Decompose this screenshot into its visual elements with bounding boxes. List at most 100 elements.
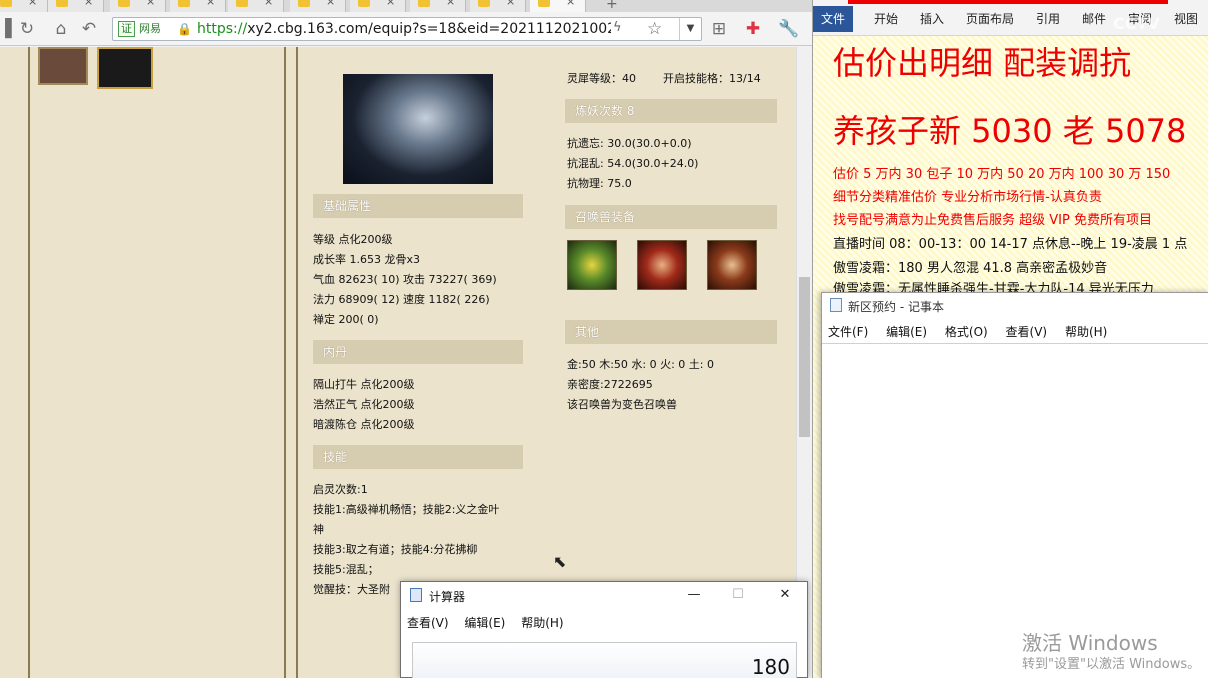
back-icon[interactable]: ↶ (78, 18, 100, 40)
column-divider (296, 47, 298, 678)
notepad-title: 新区预约 - 记事本 (848, 300, 944, 314)
skill-line: 觉醒技：大圣附 (313, 583, 390, 596)
tab-favicon-icon (178, 0, 190, 7)
browser-tab[interactable]: × (290, 0, 346, 12)
pet-image (343, 74, 493, 184)
skill-slots: 开启技能格：13/14 (663, 72, 761, 85)
menu-help[interactable]: 帮助(H) (1065, 325, 1107, 339)
skill-line: 启灵次数:1 (313, 483, 368, 496)
calculator-menu: 查看(V) 编辑(E) 帮助(H) (407, 614, 576, 631)
tab-close-icon[interactable]: × (446, 0, 455, 8)
browser-tab-active[interactable]: × (530, 0, 586, 12)
tab-favicon-icon (118, 0, 130, 7)
tab-favicon-icon (358, 0, 370, 7)
reload-icon[interactable]: ↻ (16, 18, 38, 40)
tab-close-icon[interactable]: × (84, 0, 93, 8)
browser-tab[interactable]: × (0, 0, 48, 12)
tab-favicon-icon (236, 0, 248, 7)
character-portrait[interactable] (38, 47, 88, 85)
stat-line: 禅定 200( 0) (313, 313, 379, 326)
tab-close-icon[interactable]: × (28, 0, 37, 8)
url-scheme: https:// (197, 21, 248, 37)
minimize-button[interactable]: — (679, 584, 709, 606)
notepad-window: 新区预约 - 记事本 文件(F) 编辑(E) 格式(O) 查看(V) 帮助(H)… (821, 292, 1208, 678)
tab-close-icon[interactable]: × (146, 0, 155, 8)
address-dropdown-icon[interactable]: ▼ (679, 18, 701, 40)
calculator-window: 计算器 — ☐ ✕ 查看(V) 编辑(E) 帮助(H) 180 (400, 581, 808, 678)
browser-tab[interactable]: × (410, 0, 466, 12)
tab-close-icon[interactable]: × (206, 0, 215, 8)
tools-icon[interactable]: 🔧 (778, 18, 800, 40)
menu-view[interactable]: 查看(V) (1006, 325, 1048, 339)
gear-slot-1[interactable] (567, 240, 617, 290)
maximize-button[interactable]: ☐ (723, 584, 753, 606)
activate-windows-title: 激活 Windows (1022, 631, 1158, 655)
tab-close-icon[interactable]: × (566, 0, 575, 8)
resist-line: 抗物理: 75.0 (567, 177, 632, 190)
menu-view[interactable]: 查看(V) (407, 616, 449, 630)
doc-line: 估价 5 万内 30 包子 10 万内 50 20 万内 100 30 万 15… (833, 167, 1171, 182)
tab-home[interactable]: 开始 (874, 6, 898, 32)
navigation-bar: ▐ ↻ ⌂ ↶ 证 网易 🔒 https://xy2.cbg.163.com/e… (0, 12, 812, 46)
tab-favicon-icon (298, 0, 310, 7)
tab-references[interactable]: 引用 (1036, 6, 1060, 32)
section-header-basic: 基础属性 (313, 194, 523, 218)
home-icon[interactable]: ⌂ (50, 18, 72, 40)
address-bar[interactable]: 证 网易 🔒 https://xy2.cbg.163.com/equip?s=1… (112, 17, 702, 41)
menu-file[interactable]: 文件(F) (828, 325, 868, 339)
browser-tab[interactable]: × (110, 0, 166, 12)
activate-windows-hint: 转到"设置"以激活 Windows。 (1022, 657, 1201, 672)
url-text[interactable]: https://xy2.cbg.163.com/equip?s=18&eid=2… (197, 20, 611, 38)
calculator-title: 计算器 (429, 590, 466, 604)
skill-line: 技能3:取之有道；技能4:分花拂柳 (313, 543, 478, 556)
browser-tab[interactable]: × (470, 0, 526, 12)
menu-edit[interactable]: 编辑(E) (464, 616, 505, 630)
browser-tab[interactable]: × (228, 0, 284, 12)
tab-close-icon[interactable]: × (326, 0, 335, 8)
menu-help[interactable]: 帮助(H) (521, 616, 563, 630)
mouse-cursor-icon: ⬉ (553, 552, 567, 571)
skill-line: 神 (313, 523, 324, 536)
bookmark-star-icon[interactable]: ☆ (647, 18, 662, 40)
browser-tab[interactable]: × (170, 0, 226, 12)
gear-slot-3[interactable] (707, 240, 757, 290)
tab-file[interactable]: 文件 (813, 6, 853, 32)
tab-close-icon[interactable]: × (386, 0, 395, 8)
scrollbar-thumb[interactable] (799, 277, 810, 437)
tab-layout[interactable]: 页面布局 (966, 6, 1014, 32)
pet-thumbnail[interactable] (97, 47, 153, 89)
new-tab-button[interactable]: + (606, 0, 618, 12)
grid-icon[interactable]: ⊞ (708, 18, 730, 40)
tab-mailings[interactable]: 邮件 (1082, 6, 1106, 32)
tab-close-icon[interactable]: × (264, 0, 273, 8)
gear-slot-2[interactable] (637, 240, 687, 290)
sidebar-toggle-icon[interactable]: ▐ (0, 18, 16, 40)
skill-line: 技能1:高级禅机畅悟；技能2:义之金叶 (313, 503, 500, 516)
flash-icon[interactable]: ϟ (613, 20, 622, 35)
tab-view[interactable]: 视图 (1174, 6, 1198, 32)
doc-line-title: 估价出明细 配装调抗 (833, 44, 1132, 82)
stat-line: 等级 点化200级 (313, 233, 393, 246)
column-divider (28, 47, 30, 678)
doc-line: 细节分类精准估价 专业分析市场行情-认真负责 (833, 190, 1102, 205)
menu-format[interactable]: 格式(O) (945, 325, 988, 339)
other-line: 亲密度:2722695 (567, 378, 653, 391)
game-icon[interactable]: ✚ (742, 18, 764, 40)
tab-favicon-icon (478, 0, 490, 7)
resist-line: 抗混乱: 54.0(30.0+24.0) (567, 157, 699, 170)
lock-icon: 🔒 (177, 22, 192, 36)
certificate-name: 网易 (139, 22, 161, 35)
browser-tab[interactable]: × (350, 0, 406, 12)
tab-close-icon[interactable]: × (506, 0, 515, 8)
red-banner (848, 0, 1168, 4)
neidan-line: 暗渡陈仓 点化200级 (313, 418, 415, 431)
certificate-badge[interactable]: 证 (118, 21, 135, 37)
browser-tab[interactable]: × (48, 0, 104, 12)
menu-edit[interactable]: 编辑(E) (886, 325, 927, 339)
tab-insert[interactable]: 插入 (920, 6, 944, 32)
tab-favicon-icon (538, 0, 550, 7)
doc-line: 直播时间 08：00-13：00 14-17 点休息--晚上 19-凌晨 1 点 (833, 237, 1188, 252)
cctv-watermark: CCTV (1113, 14, 1160, 33)
close-button[interactable]: ✕ (770, 584, 800, 606)
notepad-icon (830, 298, 842, 312)
